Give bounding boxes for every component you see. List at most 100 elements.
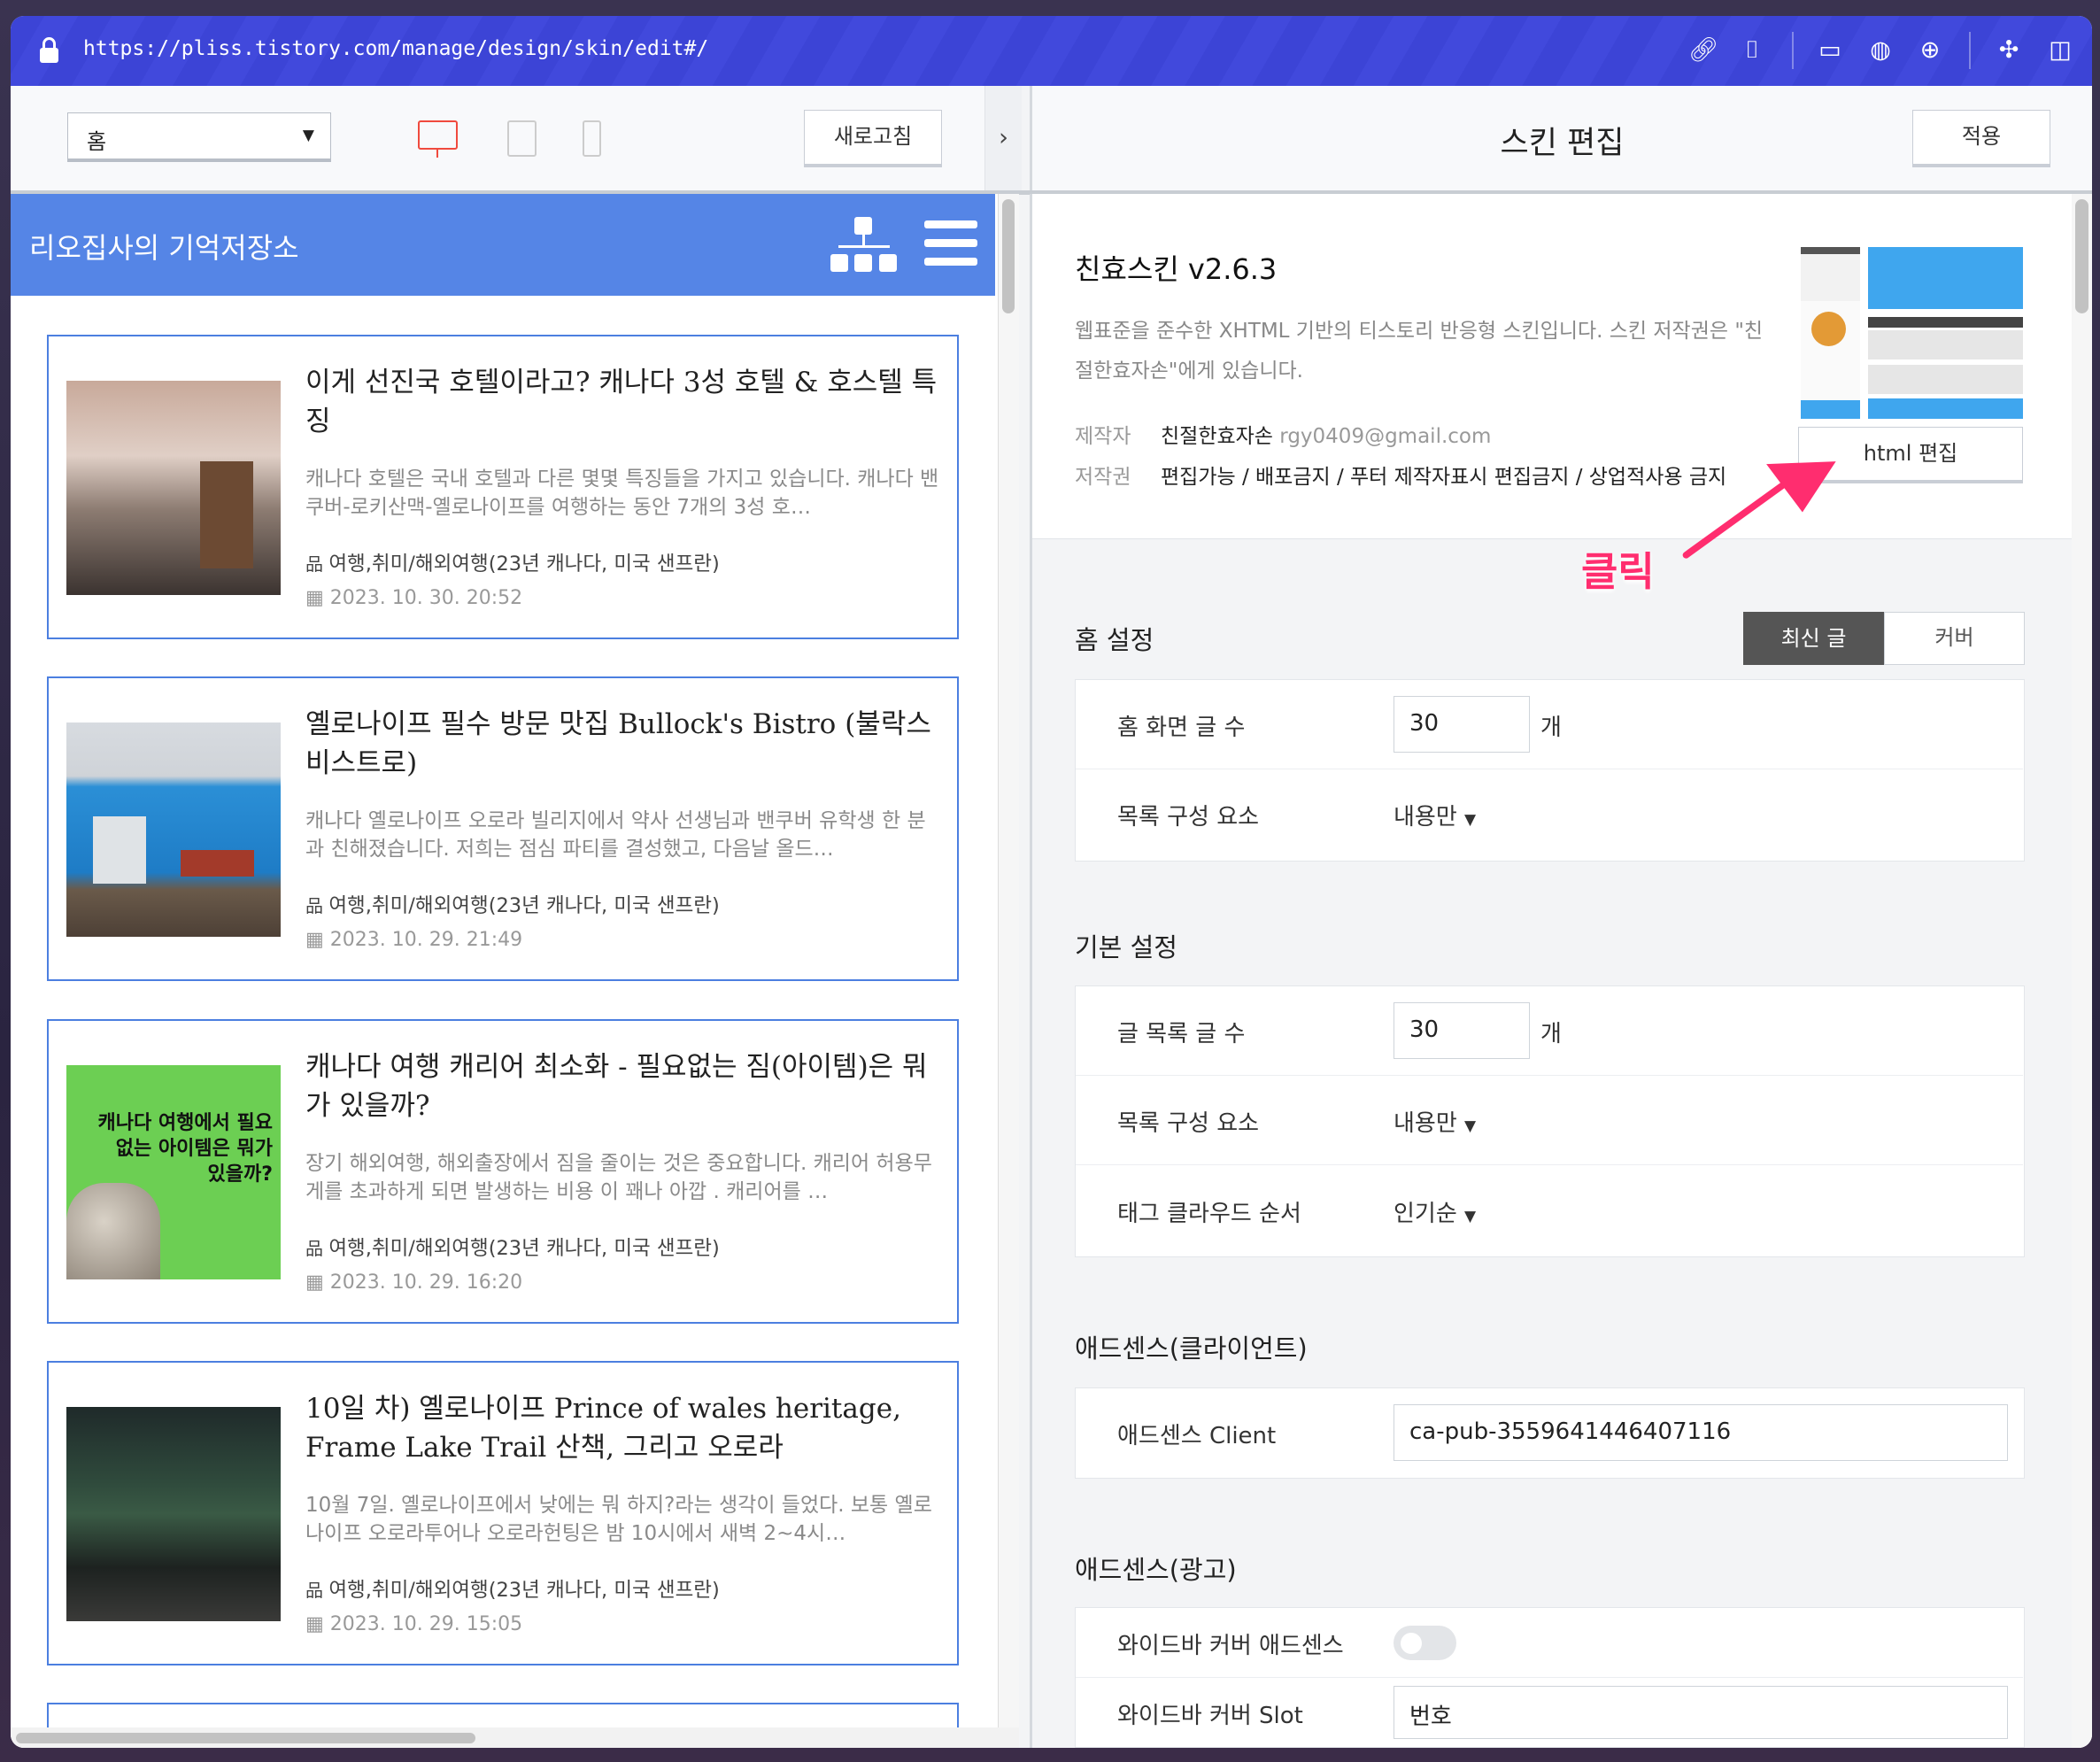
horizontal-scrollbar[interactable] xyxy=(11,1727,1019,1748)
category-label: 여행,취미/해외여행(23년 캐나다, 미국 샌프란) xyxy=(328,894,720,917)
adsense-client-row: 애드센스 Client ca-pub-3559641446407116 xyxy=(1076,1388,2023,1478)
tag-cloud-row: 태그 클라우드 순서 인기순 ▼ xyxy=(1076,1166,2023,1256)
adsense-ads-box: 와이드바 커버 애드센스 와이드바 커버 Slot 번호 xyxy=(1075,1607,2025,1748)
caret-down-icon: ▼ xyxy=(302,127,314,144)
date-label: 2023. 10. 30. 20:52 xyxy=(329,587,523,609)
skin-name: 친효스킨 v2.6.3 xyxy=(1075,252,1278,286)
category-icon: 品 xyxy=(305,1238,329,1259)
post-card[interactable]: 캐나다 여행에서 필요없는 아이템은 뭐가 있을까? 캐나다 여행 캐리어 최소… xyxy=(47,1019,959,1324)
link-icon[interactable]: 🔗︎ xyxy=(1687,35,1719,66)
copyright-text: 편집가능 / 배포금지 / 푸터 제작자표시 편집금지 / 상업적사용 금지 xyxy=(1161,466,1727,489)
camera-icon[interactable]: ⌷ xyxy=(1736,35,1768,66)
post-title[interactable]: 옐로나이프 필수 방문 맛집 Bullock's Bistro (불락스 비스트… xyxy=(305,705,948,783)
category-icon: 品 xyxy=(305,895,329,916)
chevron-right-icon: › xyxy=(999,124,1008,151)
url-text[interactable]: https://pliss.tistory.com/manage/design/… xyxy=(83,37,708,60)
menu-icon[interactable] xyxy=(924,220,977,268)
browser-window: https://pliss.tistory.com/manage/design/… xyxy=(11,16,2092,1748)
terminal-icon[interactable]: ▭ xyxy=(1814,35,1846,66)
post-thumbnail xyxy=(66,381,281,595)
home-tab-cover[interactable]: 커버 xyxy=(1884,612,2025,665)
apply-button[interactable]: 적용 xyxy=(1912,110,2050,167)
post-date: ▦ 2023. 10. 30. 20:52 xyxy=(305,587,522,609)
category-icon: 品 xyxy=(305,553,329,575)
preview-toolbar: 홈 ▼ 새로고침 xyxy=(11,86,984,190)
post-card[interactable] xyxy=(47,1703,959,1727)
sitemap-icon[interactable] xyxy=(830,217,898,274)
maker-email: rgy0409@gmail.com xyxy=(1279,425,1492,448)
home-list-dropdown[interactable]: 내용만 ▼ xyxy=(1394,799,1476,831)
widebar-slot-label: 와이드바 커버 Slot xyxy=(1117,1703,1303,1729)
post-thumbnail xyxy=(66,723,281,937)
lock-icon xyxy=(40,37,58,64)
home-post-count-input[interactable]: 30 xyxy=(1394,696,1530,753)
sidebar-icon[interactable]: ◫ xyxy=(2044,35,2076,66)
post-card[interactable]: 이게 선진국 호텔이라고? 캐나다 3성 호텔 & 호스텔 특징 캐나다 호텔은… xyxy=(47,335,959,639)
tablet-device-icon[interactable] xyxy=(507,120,537,157)
post-date: ▦ 2023. 10. 29. 21:49 xyxy=(305,929,522,951)
post-count-label: 글 목록 글 수 xyxy=(1117,1021,1246,1047)
post-category[interactable]: 品 여행,취미/해외여행(23년 캐나다, 미국 샌프란) xyxy=(305,890,720,918)
mobile-device-icon[interactable] xyxy=(583,120,601,157)
post-category[interactable]: 品 여행,취미/해외여행(23년 캐나다, 미국 샌프란) xyxy=(305,548,720,576)
page-select-value: 홈 xyxy=(87,129,107,154)
date-label: 2023. 10. 29. 15:05 xyxy=(329,1613,523,1635)
post-title[interactable]: 캐나다 여행 캐리어 최소화 - 필요없는 짐(아이템)은 뭐가 있을까? xyxy=(305,1047,948,1125)
basic-settings-box: 글 목록 글 수 30 개 목록 구성 요소 내용만 ▼ 태그 클라우드 순서 … xyxy=(1075,985,2025,1257)
widebar-slot-input[interactable]: 번호 xyxy=(1394,1686,2008,1739)
home-settings-box: 홈 화면 글 수 30 개 목록 구성 요소 내용만 ▼ xyxy=(1075,679,2025,862)
vertical-scrollbar[interactable] xyxy=(998,194,1019,1748)
maker-label: 제작자 xyxy=(1075,425,1131,448)
post-date: ▦ 2023. 10. 29. 15:05 xyxy=(305,1613,522,1635)
globe-icon[interactable]: ◍ xyxy=(1865,35,1896,66)
date-label: 2023. 10. 29. 16:20 xyxy=(329,1271,523,1294)
home-tab-latest[interactable]: 최신 글 xyxy=(1743,612,1884,665)
crosshair-icon[interactable]: ⊕ xyxy=(1914,35,1946,66)
post-category[interactable]: 品 여행,취미/해외여행(23년 캐나다, 미국 샌프란) xyxy=(305,1574,720,1603)
post-thumbnail xyxy=(66,1407,281,1621)
refresh-button[interactable]: 새로고침 xyxy=(804,110,942,167)
unit-label: 개 xyxy=(1540,1021,1562,1047)
post-excerpt: 장기 해외여행, 해외출장에서 짐을 줄이는 것은 중요합니다. 캐리어 허용무… xyxy=(305,1152,932,1203)
blog-title[interactable]: 리오집사의 기억저장소 xyxy=(29,226,299,267)
post-title[interactable]: 이게 선진국 호텔이라고? 캐나다 3성 호텔 & 호스텔 특징 xyxy=(305,363,948,441)
widebar-adsense-toggle[interactable] xyxy=(1394,1626,1456,1660)
tag-cloud-dropdown[interactable]: 인기순 ▼ xyxy=(1394,1195,1476,1228)
post-card[interactable]: 10일 차) 옐로나이프 Prince of wales heritage, F… xyxy=(47,1361,959,1665)
desktop-device-icon[interactable] xyxy=(418,120,458,158)
post-thumbnail: 캐나다 여행에서 필요없는 아이템은 뭐가 있을까? xyxy=(66,1065,281,1279)
skin-info: 친효스킨 v2.6.3 웹표준을 준수한 XHTML 기반의 티스토리 반응형 … xyxy=(1032,194,2072,539)
skin-preview-image xyxy=(1801,247,2023,419)
url-bar[interactable]: https://pliss.tistory.com/manage/design/… xyxy=(11,16,2092,86)
post-excerpt: 10월 7일. 옐로나이프에서 낮에는 뭐 하지?라는 생각이 들었다. 보통 … xyxy=(305,1494,932,1545)
category-label: 여행,취미/해외여행(23년 캐나다, 미국 샌프란) xyxy=(328,553,720,576)
skin-editor-panel: 친효스킨 v2.6.3 웹표준을 준수한 XHTML 기반의 티스토리 반응형 … xyxy=(1030,194,2092,1748)
adsense-client-input[interactable]: ca-pub-3559641446407116 xyxy=(1394,1404,2008,1461)
unit-label: 개 xyxy=(1540,715,1562,741)
vertical-scrollbar[interactable] xyxy=(2072,194,2092,1748)
post-count-input[interactable]: 30 xyxy=(1394,1002,1530,1059)
copyright-label: 저작권 xyxy=(1075,466,1131,489)
post-card[interactable]: 옐로나이프 필수 방문 맛집 Bullock's Bistro (불락스 비스트… xyxy=(47,676,959,981)
basic-settings-title: 기본 설정 xyxy=(1075,932,1177,962)
dropdown-value: 인기순 xyxy=(1394,1201,1457,1227)
home-post-count-row: 홈 화면 글 수 30 개 xyxy=(1076,680,2023,769)
collapse-panel-button[interactable]: › xyxy=(984,86,1022,190)
page-select[interactable]: 홈 ▼ xyxy=(67,112,331,162)
calendar-icon: ▦ xyxy=(305,929,330,951)
caret-down-icon: ▼ xyxy=(1464,1208,1477,1225)
post-title[interactable]: 10일 차) 옐로나이프 Prince of wales heritage, F… xyxy=(305,1389,948,1467)
caret-down-icon: ▼ xyxy=(1464,1117,1477,1135)
list-label: 목록 구성 요소 xyxy=(1117,1110,1260,1137)
extension-icon[interactable]: ✣ xyxy=(1993,35,2025,66)
list-dropdown[interactable]: 내용만 ▼ xyxy=(1394,1105,1476,1138)
post-count-row: 글 목록 글 수 30 개 xyxy=(1076,986,2023,1076)
adsense-client-label: 애드센스 Client xyxy=(1117,1423,1277,1449)
adsense-client-title: 애드센스(클라이언트) xyxy=(1075,1333,1308,1364)
category-label: 여행,취미/해외여행(23년 캐나다, 미국 샌프란) xyxy=(328,1237,720,1260)
post-category[interactable]: 品 여행,취미/해외여행(23년 캐나다, 미국 샌프란) xyxy=(305,1233,720,1261)
maker-name: 친절한효자손 xyxy=(1161,425,1273,448)
widebar-adsense-row: 와이드바 커버 애드센스 xyxy=(1076,1608,2023,1678)
caret-down-icon: ▼ xyxy=(1464,811,1477,829)
skin-description: 웹표준을 준수한 XHTML 기반의 티스토리 반응형 스킨입니다. 스킨 저작… xyxy=(1075,320,1764,383)
